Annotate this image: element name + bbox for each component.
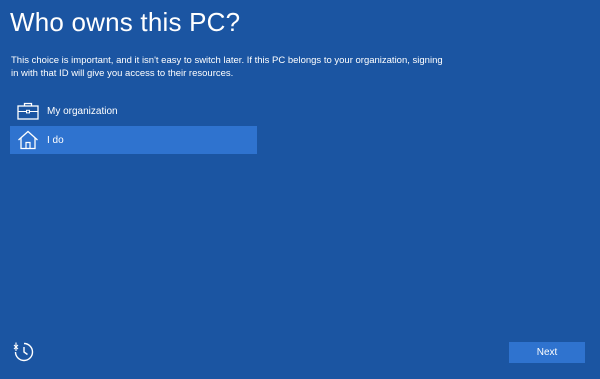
next-button[interactable]: Next [509,342,585,363]
page-title: Who owns this PC? [10,7,241,37]
briefcase-icon [17,101,39,121]
ease-of-access-icon[interactable] [13,341,35,363]
ownership-options: My organization I do [10,97,257,154]
option-i-do[interactable]: I do [10,126,257,154]
option-my-organization[interactable]: My organization [10,97,257,125]
home-icon [17,130,39,150]
oobe-page: Who owns this PC? This choice is importa… [0,0,600,379]
option-label: My organization [47,105,118,117]
page-description: This choice is important, and it isn't e… [11,55,443,79]
option-label: I do [47,134,64,146]
